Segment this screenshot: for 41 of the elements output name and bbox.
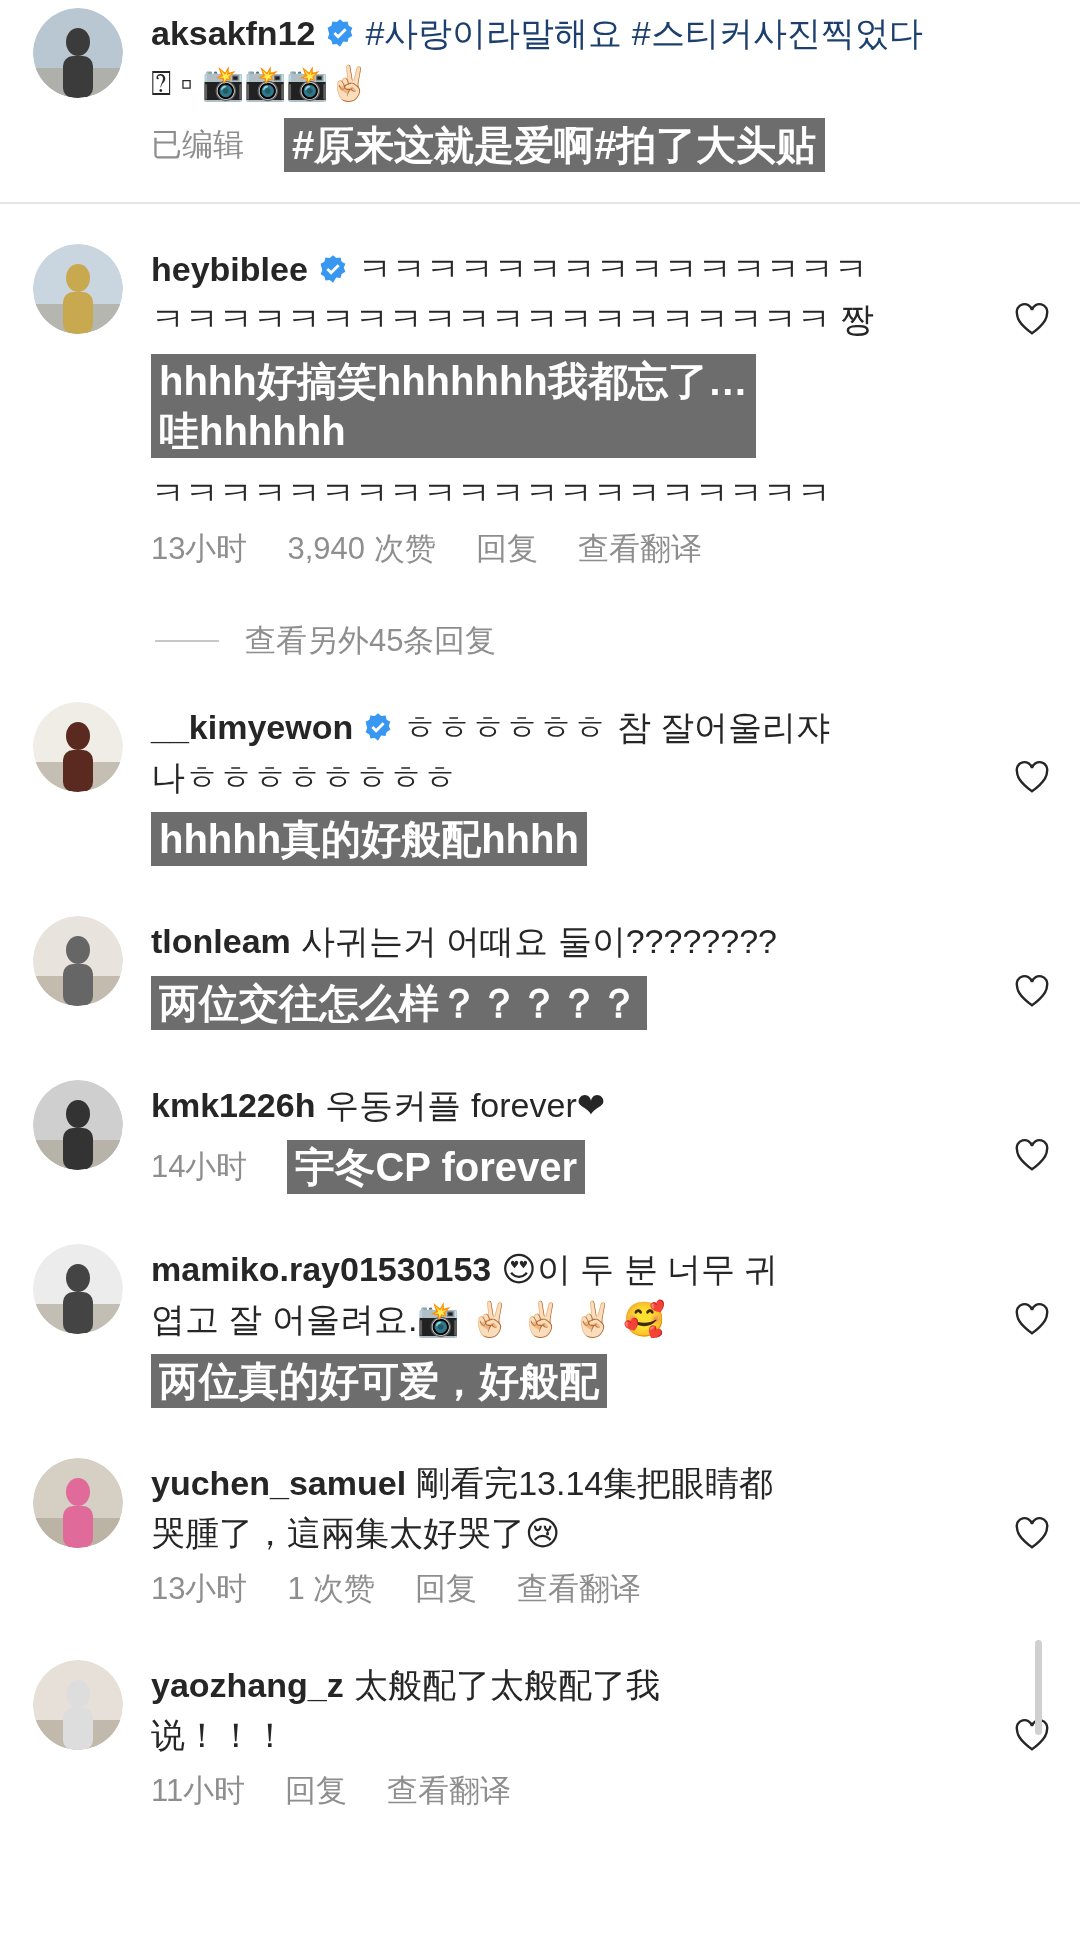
comment-text: 说！！！ [151, 1715, 287, 1756]
username[interactable]: yuchen_samuel [151, 1458, 407, 1508]
comment-text: 😍이 두 분 너무 귀 [501, 1249, 779, 1290]
translation-caption: 两位真的好可爱，好般配 [151, 1354, 607, 1408]
comment-text: ⍰ ▫ 📸📸📸✌🏻 [151, 63, 370, 104]
comment-text: ㅋㅋㅋㅋㅋㅋㅋㅋㅋㅋㅋㅋㅋㅋㅋ [357, 249, 868, 290]
translation-caption: 宇冬CP forever [287, 1140, 586, 1194]
comment-text: 사귀는거 어때요 둘이???????? [300, 921, 777, 962]
comment-meta: 14小时 [151, 1148, 248, 1186]
comment-text: 太般配了太般配了我 [353, 1665, 660, 1706]
heart-icon[interactable] [1014, 302, 1050, 336]
comment-meta: 11小时 [151, 1772, 246, 1810]
comment-meta: 13小时 [151, 1570, 248, 1608]
heart-icon[interactable] [1014, 1516, 1050, 1550]
comment-text: ㅋㅋㅋㅋㅋㅋㅋㅋㅋㅋㅋㅋㅋㅋㅋㅋㅋㅋㅋㅋ 짱 [151, 299, 875, 340]
username[interactable]: kmk1226h [151, 1080, 316, 1130]
comment-meta: 13小时 [151, 530, 248, 568]
comment-text: 나ㅎㅎㅎㅎㅎㅎㅎㅎ [151, 757, 457, 798]
username[interactable]: yaozhang_z [151, 1660, 344, 1710]
hashtags[interactable]: #사랑이라말해요 #스티커사진찍었다 [365, 8, 923, 58]
comment-text: 剛看完13.14集把眼睛都 [416, 1463, 774, 1504]
comment-text: 哭腫了，這兩集太好哭了😢 [151, 1513, 561, 1554]
username[interactable]: tlonleam [151, 916, 291, 966]
comment-text: 우동커플 forever❤ [325, 1085, 606, 1126]
heart-icon[interactable] [1014, 1138, 1050, 1172]
username[interactable]: mamiko.ray01530153 [151, 1244, 492, 1294]
comment-text: 엽고 잘 어울려요.📸 ✌🏻 ✌🏻 ✌🏻 🥰 [151, 1298, 666, 1340]
translation-caption: 两位交往怎么样？？？？？ [151, 976, 647, 1030]
translation-caption: #原来这就是爱啊#拍了大头贴 [284, 118, 825, 172]
edited-label: 已编辑 [151, 126, 244, 164]
heart-icon[interactable] [1014, 974, 1050, 1008]
heart-icon[interactable] [1014, 1718, 1050, 1752]
comment-text: ㅋㅋㅋㅋㅋㅋㅋㅋㅋㅋㅋㅋㅋㅋㅋㅋㅋㅋㅋㅋ [151, 473, 831, 514]
username[interactable]: __kimyewon [151, 702, 354, 752]
username[interactable]: aksakfn12 [151, 8, 316, 58]
translation-caption: hhhhh真的好般配hhhh [151, 812, 587, 866]
username[interactable]: heybiblee [151, 244, 308, 294]
heart-icon[interactable] [1014, 760, 1050, 794]
heart-icon[interactable] [1014, 1302, 1050, 1336]
translation-caption: hhhh好搞笑hhhhhhh我都忘了… 哇hhhhhh [151, 354, 756, 458]
comment-text: ㅎㅎㅎㅎㅎㅎ 참 잘어울리쟈 [403, 707, 831, 748]
